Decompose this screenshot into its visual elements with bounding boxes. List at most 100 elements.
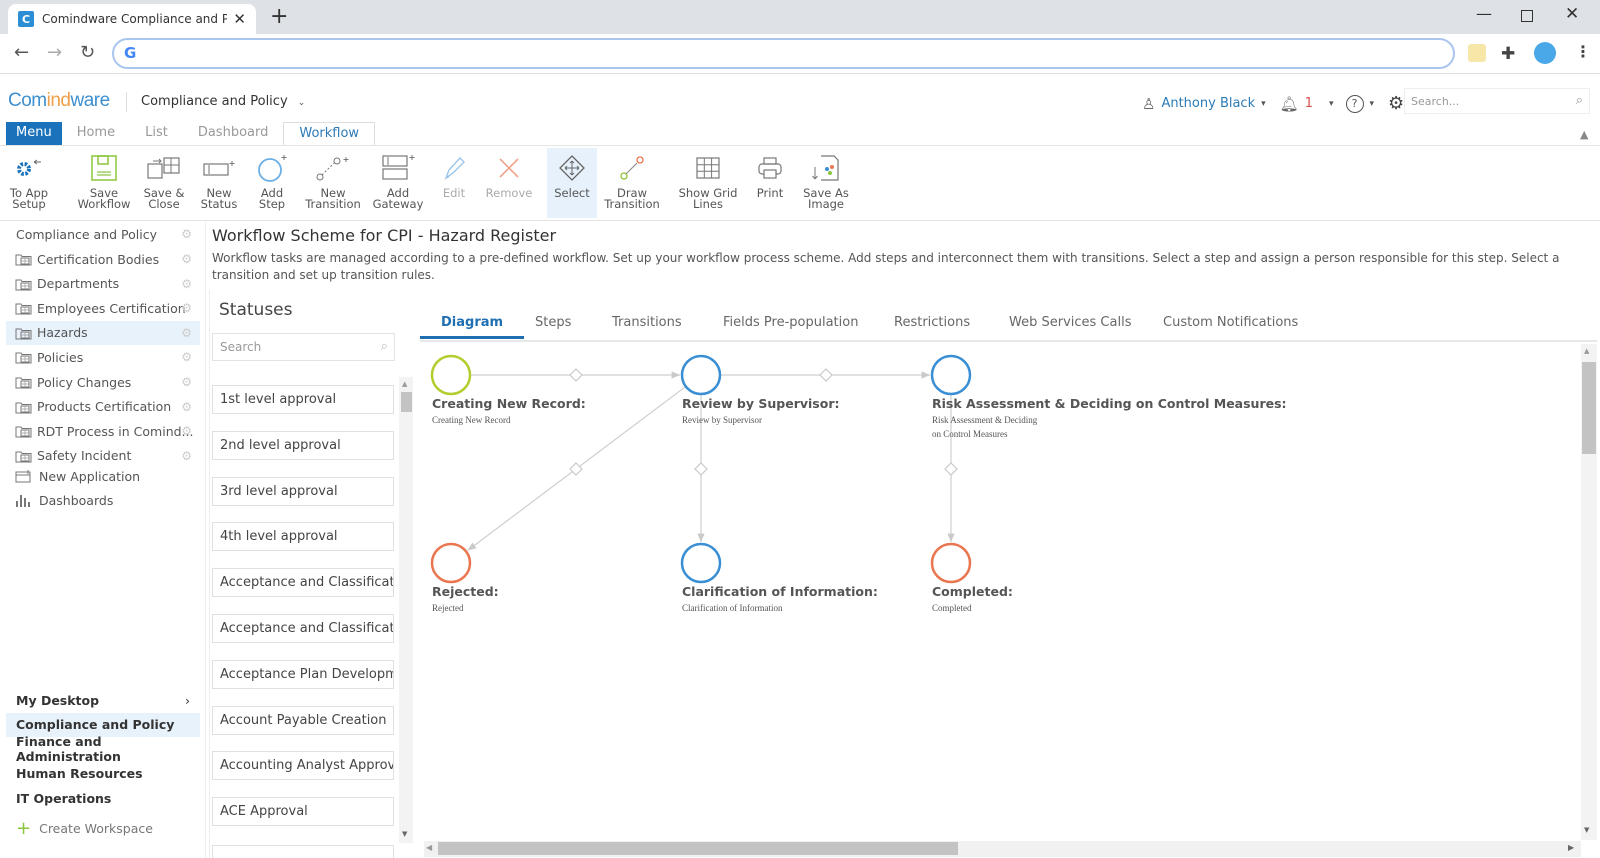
workspace-item[interactable]: Compliance and Policy [6,712,200,737]
new-status-button[interactable]: New Status [195,148,243,218]
user-name-link[interactable]: Anthony Black [1161,96,1255,111]
forward-icon[interactable]: → [47,42,62,63]
workspace-item[interactable]: IT Operations [6,786,200,810]
status-item[interactable]: 3rd level approval [212,476,394,506]
status-item[interactable]: Acceptance and Classificati... [212,568,394,598]
workspace-item[interactable]: Finance and Administration [6,734,200,764]
sidebar-item[interactable]: Hazards ⚙ [6,320,200,345]
chevron-down-icon[interactable]: ▾ [1261,99,1266,109]
chevron-down-icon[interactable]: ▾ [1329,99,1334,109]
sidebar-new-application[interactable]: New Application [6,464,200,488]
gear-icon[interactable]: ⚙ [181,400,192,414]
gear-icon[interactable]: ⚙ [181,301,192,315]
chevron-down-icon[interactable]: ▾ [1370,99,1375,109]
scroll-up-icon[interactable]: ▲ [402,380,407,388]
tab-diagram[interactable]: Diagram [420,315,525,339]
tab-restrictions[interactable]: Restrictions [894,315,970,336]
address-bar[interactable]: G [112,38,1455,69]
transition-handle[interactable] [819,368,833,382]
status-item[interactable]: 2nd level approval [212,430,394,460]
tab-fields-pre-population[interactable]: Fields Pre-population [723,315,858,336]
workflow-diagram-canvas[interactable]: Creating New Record: Creating New Record R… [420,344,1578,840]
tab-menu[interactable]: Menu [6,122,62,146]
search-icon[interactable]: ⌕ [381,339,388,354]
sidebar-item[interactable]: RDT Process in Comind... ⚙ [6,419,200,443]
status-item[interactable]: Acceptance Plan Developm... [212,659,394,689]
tab-custom-notifications[interactable]: Custom Notifications [1163,315,1298,336]
new-transition-button[interactable]: New Transition [300,148,366,218]
diagram-vertical-thumb[interactable] [1582,362,1596,454]
workspace-item[interactable]: My Desktop › [6,688,200,712]
workflow-node-completed[interactable] [930,542,972,584]
status-item[interactable]: Acceptance and Classificati... [212,614,394,643]
workflow-node-risk[interactable] [930,354,972,396]
search-icon[interactable]: ⌕ [1576,93,1583,108]
status-item[interactable]: 4th level approval [212,522,394,552]
gear-icon[interactable]: ⚙ [181,350,192,364]
browser-tab[interactable]: C Comindware Compliance and Po ✕ [8,4,256,34]
edit-button[interactable]: Edit [432,148,476,218]
close-tab-icon[interactable]: ✕ [233,10,246,28]
gear-icon[interactable]: ⚙ [181,424,192,438]
gear-icon[interactable]: ⚙ [181,375,192,389]
status-item[interactable]: ACE Approval [212,797,394,827]
workspace-selector[interactable]: Compliance and Policy ⌄ [141,94,305,109]
global-search-input[interactable]: Search... ⌕ [1404,88,1590,114]
remove-button[interactable]: Remove [483,148,535,218]
status-item[interactable]: Accounting Analyst Approval [212,751,394,781]
back-icon[interactable]: ← [14,42,29,63]
sidebar-item[interactable]: Policies ⚙ [6,345,200,369]
tab-steps[interactable]: Steps [535,315,571,336]
status-item[interactable]: 1st level approval [212,385,394,414]
transition-handle[interactable] [944,462,958,476]
save-close-button[interactable]: Save & Close [140,148,188,218]
reload-icon[interactable]: ↻ [80,42,95,63]
sidebar-section-title[interactable]: Compliance and Policy ⚙ [6,222,200,246]
print-button[interactable]: Print [752,148,788,218]
gear-icon[interactable]: ⚙ [181,449,192,463]
scroll-left-icon[interactable]: ◀ [426,843,432,852]
transition-handle[interactable] [694,462,708,476]
puzzle-icon[interactable]: ✚ [1501,44,1519,64]
tab-dashboard[interactable]: Dashboard [183,122,284,146]
save-workflow-button[interactable]: Save Workflow [72,148,136,218]
new-tab-button[interactable]: + [270,4,288,29]
add-step-button[interactable]: Add Step [250,148,294,218]
scroll-right-icon[interactable]: ▶ [1568,843,1574,852]
sidebar-item[interactable]: Departments ⚙ [6,272,200,296]
sidebar-item[interactable]: Employees Certification ⚙ [6,296,200,320]
browser-menu-icon[interactable]: ⋮ [1575,42,1591,61]
workflow-node-review[interactable] [680,354,722,396]
status-item[interactable]: Account Payable Creation [212,705,394,735]
extension-icon[interactable] [1468,44,1486,62]
tab-web-services-calls[interactable]: Web Services Calls [1009,315,1131,336]
maximize-icon[interactable] [1521,10,1533,22]
sidebar-item[interactable]: Products Certification ⚙ [6,395,200,419]
notification-count[interactable]: 1 [1305,96,1313,111]
workspace-item[interactable]: Human Resources [6,762,200,786]
tab-workflow[interactable]: Workflow [283,122,376,146]
gear-icon[interactable]: ⚙ [181,252,192,266]
workflow-node-rejected[interactable] [430,542,472,584]
collapse-ribbon-icon[interactable]: ▲ [1580,128,1588,141]
workflow-node-creating[interactable] [430,354,472,396]
statuses-scrollbar[interactable] [399,377,413,843]
tab-home[interactable]: Home [62,122,130,146]
diagram-horizontal-thumb[interactable] [438,842,958,855]
transition-handle[interactable] [569,368,583,382]
transition-handle[interactable] [569,462,583,476]
statuses-scrollbar-thumb[interactable] [401,392,412,412]
sidebar-dashboards[interactable]: Dashboards [6,488,200,512]
settings-gear-icon[interactable]: ⚙ [1388,93,1404,114]
add-gateway-button[interactable]: Add Gateway [372,148,424,218]
scroll-down-icon[interactable]: ▼ [1584,826,1589,834]
gear-icon[interactable]: ⚙ [181,326,192,340]
scroll-down-icon[interactable]: ▼ [402,830,407,838]
bell-icon[interactable]: 🔔︎ [1280,95,1299,113]
select-button[interactable]: Select [547,148,597,218]
profile-avatar-icon[interactable] [1534,42,1556,64]
scroll-up-icon[interactable]: ▲ [1584,347,1589,355]
close-window-icon[interactable]: ✕ [1565,4,1579,24]
workflow-node-clarification[interactable] [680,542,722,584]
help-icon[interactable]: ? [1345,94,1364,113]
